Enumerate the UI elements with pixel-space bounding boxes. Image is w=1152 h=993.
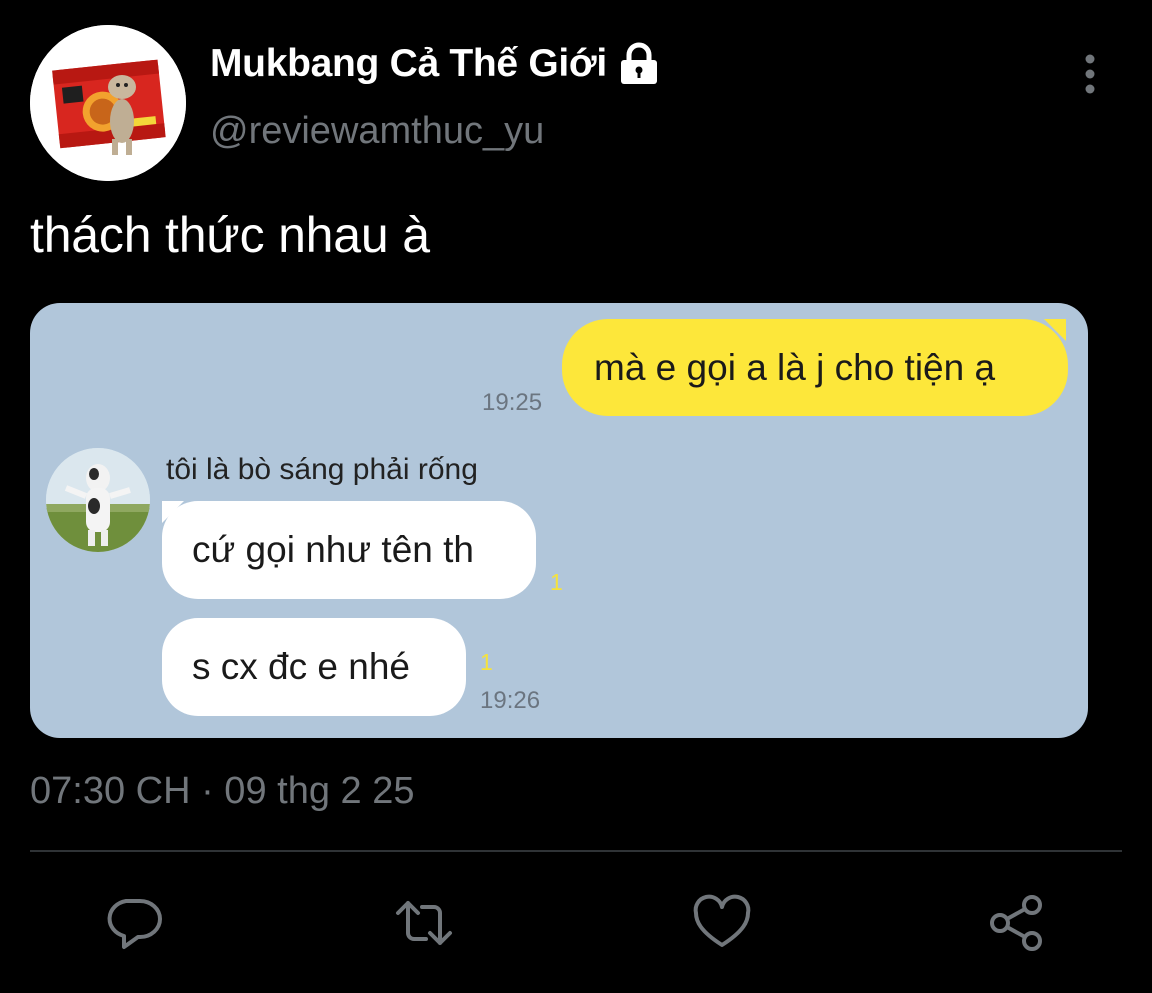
chat-bubble-incoming: cứ gọi như tên th — [162, 501, 536, 599]
more-vertical-icon[interactable] — [1070, 52, 1110, 96]
like-button[interactable] — [692, 893, 752, 953]
chat-message-text: mà e gọi a là j cho tiện ạ — [594, 346, 996, 388]
heart-icon — [693, 894, 751, 947]
tweet-media-chat-screenshot[interactable]: mà e gọi a là j cho tiện ạ 19:25 tôi là … — [30, 303, 1088, 738]
sender-avatar — [46, 448, 150, 552]
display-name[interactable]: Mukbang Cả Thế Giới — [210, 42, 607, 86]
tweet-text: thách thức nhau à — [30, 207, 430, 263]
tweet-detail: Mukbang Cả Thế Giới @reviewamthuc_yu thá… — [0, 0, 1152, 993]
chat-bubble-outgoing: mà e gọi a là j cho tiện ạ — [562, 319, 1068, 416]
share-button[interactable] — [986, 893, 1046, 953]
reply-icon — [107, 899, 162, 949]
unread-count: 1 — [550, 569, 563, 595]
profile-avatar[interactable] — [30, 25, 186, 181]
lock-icon — [617, 42, 661, 86]
chat-bubble-incoming: s cx đc e nhé — [162, 618, 466, 716]
divider — [30, 850, 1122, 852]
chat-message-text: cứ gọi như tên th — [192, 529, 474, 570]
avatar-image — [30, 25, 186, 181]
user-handle[interactable]: @reviewamthuc_yu — [210, 110, 544, 153]
message-time: 19:25 — [482, 389, 543, 416]
tweet-timestamp[interactable]: 07:30 CH · 09 thg 2 25 — [30, 770, 414, 813]
reply-button[interactable] — [104, 893, 164, 953]
message-time: 19:26 — [480, 687, 541, 714]
retweet-button[interactable] — [394, 893, 454, 953]
chat-message-text: s cx đc e nhé — [192, 646, 411, 687]
share-icon — [990, 895, 1042, 951]
name-row: Mukbang Cả Thế Giới — [210, 42, 661, 86]
retweet-icon — [396, 901, 452, 945]
sender-name: tôi là bò sáng phải rống — [166, 453, 478, 486]
unread-count: 1 — [480, 649, 493, 675]
